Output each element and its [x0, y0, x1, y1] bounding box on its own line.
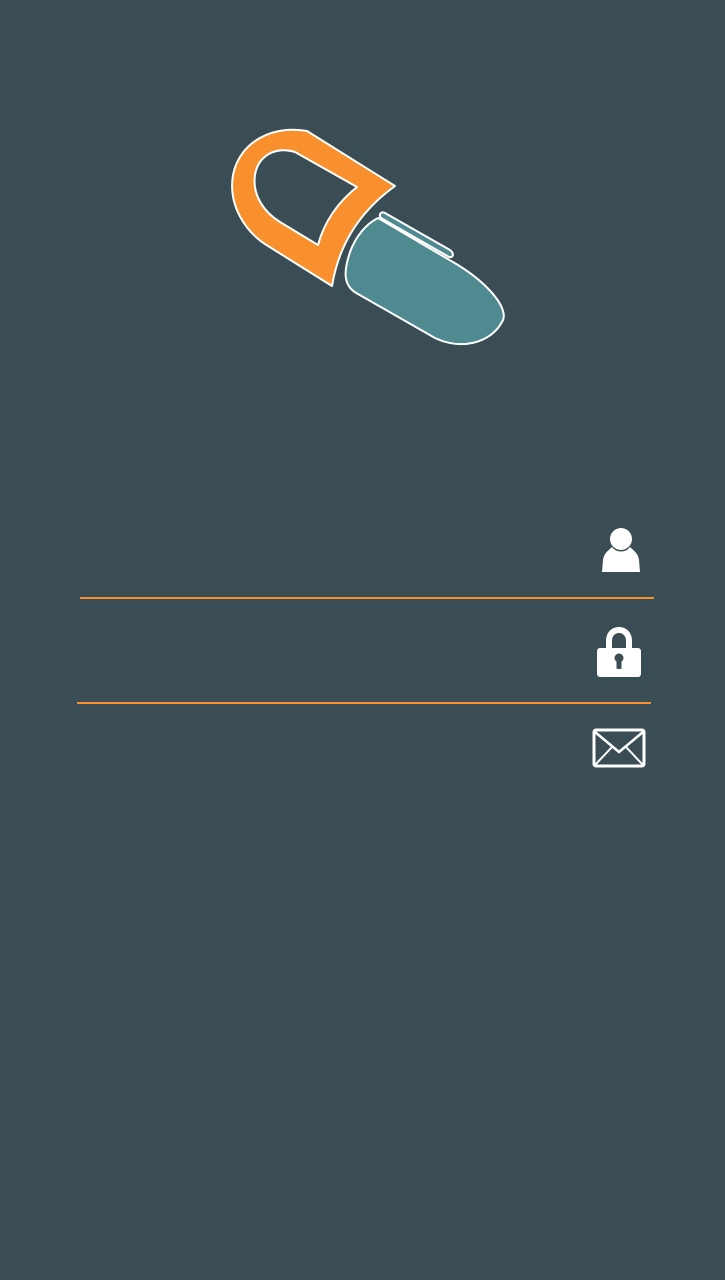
password-underline [77, 702, 651, 704]
email-field[interactable] [77, 720, 651, 780]
username-field[interactable] [80, 515, 654, 590]
lock-icon [597, 627, 641, 677]
envelope-icon [592, 728, 646, 768]
password-input[interactable] [77, 618, 567, 693]
username-underline [80, 597, 654, 599]
app-logo [231, 128, 505, 345]
email-input[interactable] [77, 720, 567, 780]
password-field[interactable] [77, 618, 651, 693]
user-icon [602, 528, 640, 572]
capsule-pill-icon [231, 128, 505, 345]
username-input[interactable] [80, 515, 570, 590]
